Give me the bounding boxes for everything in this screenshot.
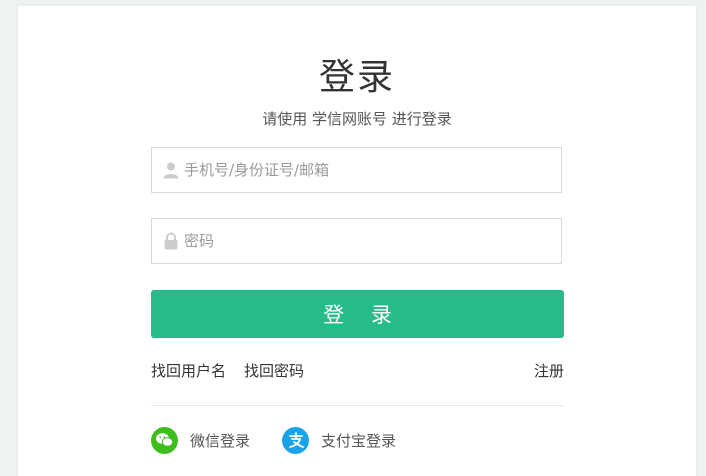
account-links: 找回用户名 找回密码 注册 [151, 360, 564, 382]
login-subtitle: 请使用 学信网账号 进行登录 [262, 110, 452, 128]
alipay-login-link[interactable]: 支付宝登录 [282, 426, 396, 454]
divider [151, 405, 564, 406]
alipay-login-label: 支付宝登录 [321, 431, 397, 450]
username-field[interactable] [151, 147, 562, 193]
find-password-link[interactable]: 找回密码 [244, 360, 304, 381]
register-link[interactable]: 注册 [534, 360, 564, 381]
login-card: 登录 请使用 学信网账号 进行登录 登 录 找回用户名 找回密码 注册 [18, 6, 696, 476]
wechat-icon [151, 426, 178, 454]
password-field[interactable] [151, 218, 562, 264]
lock-icon [164, 232, 178, 250]
login-button[interactable]: 登 录 [151, 290, 564, 338]
alipay-icon [282, 426, 309, 454]
username-input[interactable] [184, 148, 554, 192]
find-username-link[interactable]: 找回用户名 [151, 360, 226, 381]
page-title: 登录 [318, 57, 395, 98]
wechat-login-link[interactable]: 微信登录 [151, 426, 250, 454]
password-input[interactable] [184, 219, 554, 263]
user-icon [163, 162, 179, 179]
wechat-login-label: 微信登录 [190, 431, 251, 450]
